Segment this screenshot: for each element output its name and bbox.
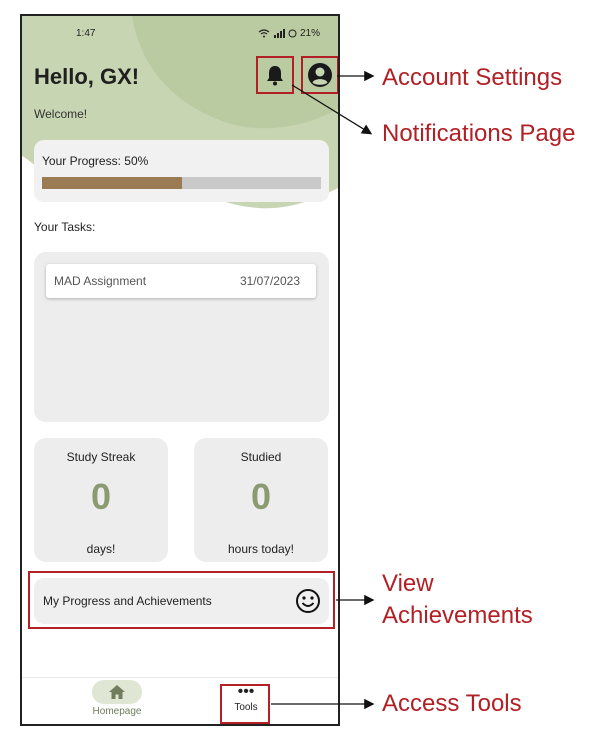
notifications-highlight [256,56,294,94]
study-streak-card: Study Streak 0 days! [34,438,168,562]
welcome-text: Welcome! [34,107,88,121]
account-highlight [301,56,338,94]
status-indicators: 21% [258,28,320,39]
nav-homepage-label: Homepage [92,706,142,717]
tasks-title: Your Tasks: [34,220,96,234]
stat-value: 0 [250,476,272,517]
annotation-notifications-page: Notifications Page [382,120,576,147]
wifi-icon [258,29,270,38]
task-item[interactable]: MAD Assignment 31/07/2023 [46,264,316,298]
bottom-navigation: Homepage ••• Tools [22,677,338,724]
task-date: 31/07/2023 [239,274,300,288]
stat-title: Study Streak [66,450,136,464]
battery-ring-icon [288,29,297,38]
battery-level: 21% [299,28,320,39]
tasks-panel: MAD Assignment 31/07/2023 [34,252,329,422]
home-pill [92,680,142,704]
progress-card: Your Progress: 50% [34,140,329,202]
progress-fill [42,177,182,189]
header-background [22,16,338,209]
progress-label: Your Progress: 50% [42,154,149,168]
home-icon [109,685,125,699]
status-time: 1:47 [76,28,96,39]
signal-icon [273,29,285,38]
annotation-access-tools: Access Tools [382,690,522,717]
greeting-title: Hello, GX! [34,64,140,89]
status-bar: 1:47 21% [22,28,338,42]
tools-highlight [220,684,270,724]
annotation-achievements: Achievements [382,602,533,629]
stat-unit: hours today! [227,542,295,556]
stat-value: 0 [90,476,112,517]
annotation-view: View [382,570,434,597]
annotation-account-settings: Account Settings [382,64,563,91]
studied-hours-card: Studied 0 hours today! [194,438,328,562]
task-name: MAD Assignment [54,274,147,288]
achievements-highlight [28,571,335,629]
progress-bar [42,177,321,189]
stat-title: Studied [240,450,282,464]
nav-homepage[interactable]: Homepage [92,680,142,720]
stat-unit: days! [86,542,116,556]
